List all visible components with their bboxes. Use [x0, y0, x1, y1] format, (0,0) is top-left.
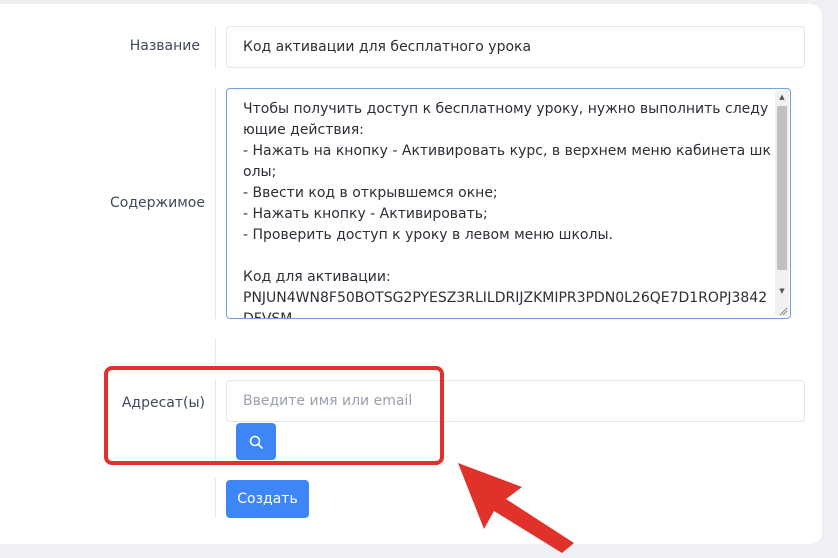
create-button[interactable]: Создать [226, 480, 309, 518]
name-separator [215, 26, 216, 68]
resize-grip-icon[interactable] [778, 306, 788, 316]
content-textarea[interactable]: Чтобы получить доступ к бесплатному урок… [226, 88, 791, 319]
submit-separator [215, 478, 216, 518]
content-separator [215, 88, 216, 319]
recipients-separator-top [215, 338, 216, 368]
highlight-box [104, 366, 444, 465]
content-text: Чтобы получить доступ к бесплатному урок… [243, 101, 771, 319]
scrollbar-thumb[interactable] [777, 106, 787, 270]
pointer-arrow-icon [458, 463, 574, 553]
content-label: Содержимое [110, 195, 205, 211]
name-label: Название [129, 38, 200, 54]
scroll-down-arrow-icon[interactable]: ▼ [775, 284, 789, 298]
scroll-up-arrow-icon[interactable]: ▲ [775, 90, 789, 104]
name-field[interactable]: Код активации для бесплатного урока [226, 26, 805, 68]
textarea-scrollbar[interactable]: ▲ ▼ [775, 90, 789, 316]
